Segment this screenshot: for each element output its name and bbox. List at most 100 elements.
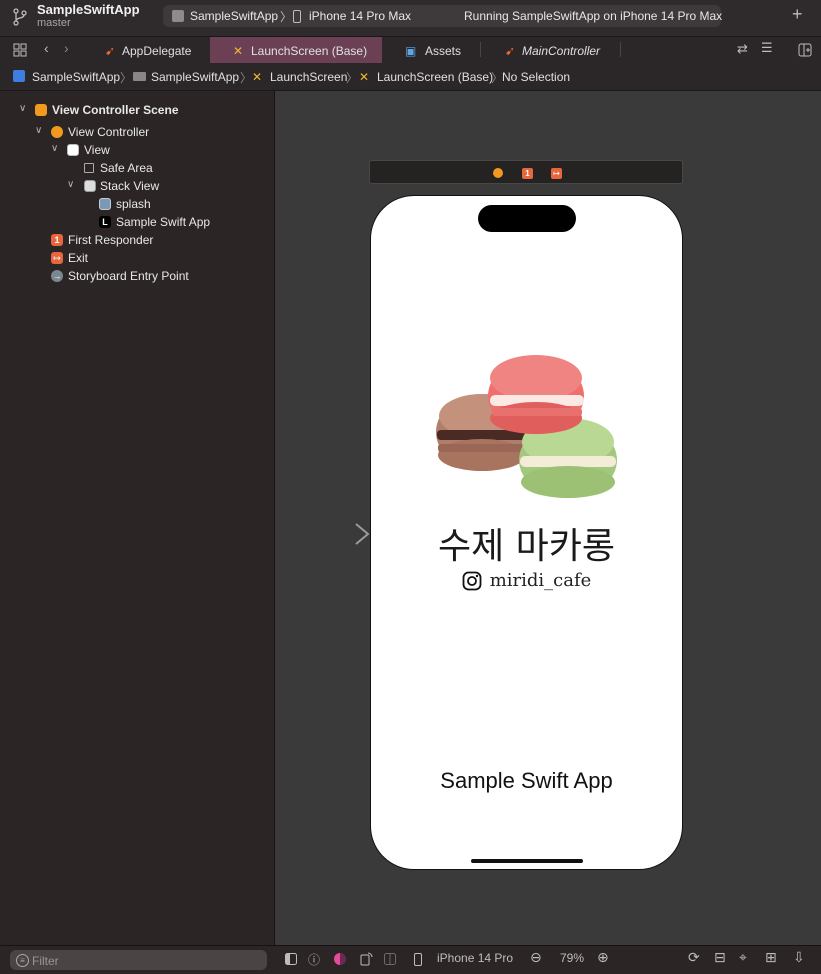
activity-status: Running SampleSwiftApp on iPhone 14 Pro … <box>464 9 723 23</box>
outline-row-entry-point[interactable]: → Storyboard Entry Point <box>0 267 274 285</box>
chevron-down-icon[interactable]: ∨ <box>51 143 58 154</box>
row-label: Stack View <box>100 179 160 193</box>
device-selector[interactable]: iPhone 14 Pro <box>437 951 513 965</box>
safe-area-icon <box>84 163 94 173</box>
stack-view-icon <box>84 180 96 192</box>
chevron-right-icon: 〉 <box>120 71 133 85</box>
outline-toggle-icon[interactable] <box>285 953 297 965</box>
editor-options-icon[interactable]: ☰ <box>761 40 773 56</box>
instagram-icon <box>462 571 482 590</box>
source-control-branch-icon[interactable] <box>12 8 28 26</box>
align-icon[interactable]: ⊟ <box>714 949 726 966</box>
row-label: View Controller <box>68 125 150 139</box>
view-controller-icon[interactable] <box>493 168 503 178</box>
accessibility-icon[interactable]: ⓘ <box>308 951 320 968</box>
row-label: Sample Swift App <box>116 215 211 229</box>
appearance-icon[interactable] <box>334 953 346 965</box>
embed-in-icon[interactable]: ⇩ <box>793 949 805 966</box>
image-view-icon <box>99 198 111 210</box>
asset-catalog-icon: ▣ <box>405 44 417 58</box>
home-indicator <box>471 859 583 863</box>
breadcrumb-item[interactable]: LaunchScreen <box>270 70 347 84</box>
outline-row-view[interactable]: ∨ View <box>0 141 274 159</box>
tab-label: AppDelegate <box>122 44 192 58</box>
storyboard-icon: ✕ <box>252 70 263 84</box>
title-label[interactable]: 수제 마카롱 <box>371 517 682 569</box>
chevron-right-icon: 〉 <box>346 71 359 85</box>
branch-name: master <box>37 17 71 29</box>
app-scheme-icon <box>172 10 184 22</box>
view-icon <box>67 144 79 156</box>
tab-label: LaunchScreen (Base) <box>251 44 368 58</box>
add-constraints-icon[interactable]: ⌖ <box>739 949 747 966</box>
breadcrumb-item[interactable]: No Selection <box>502 70 570 84</box>
chevron-down-icon[interactable]: ∨ <box>67 179 74 190</box>
row-label: First Responder <box>68 233 154 247</box>
zoom-out-icon[interactable]: ⊖ <box>530 949 542 966</box>
breadcrumb-item[interactable]: LaunchScreen (Base) <box>377 70 493 84</box>
chevron-right-icon: 〉 <box>240 71 253 85</box>
instagram-handle: miridi_cafe <box>489 570 592 591</box>
outline-row-scene[interactable]: ∨ View Controller Scene <box>0 101 274 119</box>
tab-assets[interactable]: ▣ Assets <box>384 37 480 63</box>
tab-launchscreen[interactable]: ✕ LaunchScreen (Base) <box>210 37 382 63</box>
row-label: Storyboard Entry Point <box>68 269 189 283</box>
row-label: Exit <box>68 251 89 265</box>
outline-row-label[interactable]: L Sample Swift App <box>0 213 274 231</box>
exit-icon: ↦ <box>51 252 63 264</box>
storyboard-icon: ✕ <box>233 44 244 58</box>
related-items-icon[interactable]: ⇄ <box>737 41 748 57</box>
orientation-icon[interactable] <box>360 952 373 966</box>
exit-icon[interactable]: ↦ <box>551 168 562 179</box>
breadcrumb-item[interactable]: SampleSwiftApp <box>32 70 120 84</box>
first-responder-icon: 1 <box>51 234 63 246</box>
dynamic-island <box>478 205 576 232</box>
splash-image[interactable] <box>432 352 622 502</box>
first-responder-icon[interactable]: 1 <box>522 168 533 179</box>
tab-divider <box>480 42 481 57</box>
tab-label: Assets <box>425 44 462 58</box>
outline-row-exit[interactable]: ↦ Exit <box>0 249 274 267</box>
add-editor-icon[interactable] <box>798 43 812 57</box>
row-label: View Controller Scene <box>52 103 179 117</box>
outline-row-view-controller[interactable]: ∨ View Controller <box>0 123 274 141</box>
row-label: View <box>84 143 110 157</box>
view-controller-icon <box>51 126 63 138</box>
instagram-row[interactable]: miridi_cafe <box>371 570 682 591</box>
entry-point-icon: → <box>51 270 63 282</box>
storyboard-entry-arrow[interactable] <box>290 522 372 546</box>
storyboard-icon: ✕ <box>359 70 370 84</box>
resolve-issues-icon[interactable]: ⊞ <box>765 949 777 966</box>
app-name-label[interactable]: Sample Swift App <box>371 768 682 794</box>
outline-row-first-responder[interactable]: 1 First Responder <box>0 231 274 249</box>
filter-icon: ≡ <box>16 954 29 967</box>
folder-icon <box>133 72 146 81</box>
run-destination[interactable]: iPhone 14 Pro Max <box>309 9 411 23</box>
breadcrumb-item[interactable]: SampleSwiftApp <box>151 70 239 84</box>
zoom-in-icon[interactable]: ⊕ <box>597 949 609 966</box>
tab-maincontroller[interactable]: ➹ MainController <box>482 37 620 63</box>
outline-row-safe-area[interactable]: Safe Area <box>0 159 274 177</box>
xcode-project-icon <box>13 70 25 82</box>
tab-appdelegate[interactable]: ➹ AppDelegate <box>90 37 208 63</box>
chevron-down-icon[interactable]: ∨ <box>19 103 26 114</box>
chevron-down-icon[interactable]: ∨ <box>35 125 42 136</box>
size-class-icon[interactable] <box>384 953 396 965</box>
chevron-right-icon: 〉 <box>280 10 293 24</box>
filter-placeholder: Filter <box>32 954 59 968</box>
swift-file-icon: ➹ <box>105 44 116 58</box>
scene-icon <box>35 104 47 116</box>
row-label: Safe Area <box>100 161 153 175</box>
forward-arrow-icon[interactable]: › <box>64 40 69 56</box>
grid-icon[interactable] <box>13 43 27 57</box>
outline-row-stack-view[interactable]: ∨ Stack View <box>0 177 274 195</box>
back-arrow-icon[interactable]: ‹ <box>44 40 49 56</box>
add-button[interactable]: + <box>792 4 803 25</box>
zoom-level[interactable]: 79% <box>560 951 584 965</box>
swift-file-icon: ➹ <box>505 44 516 58</box>
outline-row-splash[interactable]: splash <box>0 195 274 213</box>
iphone-icon <box>414 953 422 966</box>
tab-label: MainController <box>522 44 601 58</box>
update-frames-icon[interactable]: ⟳ <box>688 949 700 966</box>
scheme-name[interactable]: SampleSwiftApp <box>190 9 278 23</box>
